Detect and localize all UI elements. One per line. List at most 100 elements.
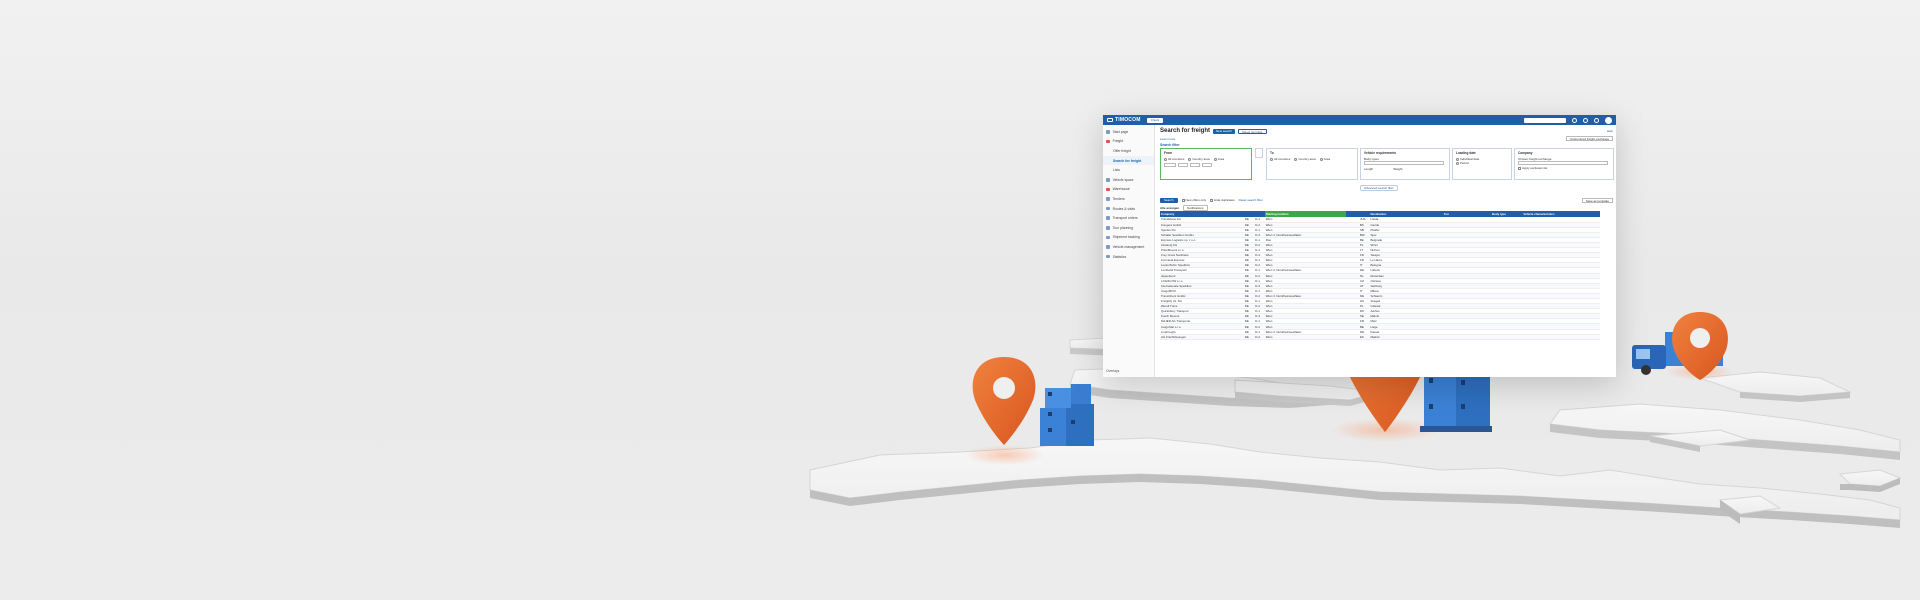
warehouse-icon — [1106, 187, 1110, 192]
sidebar-item-label: Search for freight — [1113, 158, 1142, 163]
table-cell-empty — [1478, 334, 1491, 340]
notifications-chip[interactable]: Notifications — [1183, 204, 1208, 211]
hide-duplicates-checkbox[interactable]: Hide duplicates — [1210, 198, 1235, 202]
bell-icon[interactable] — [1572, 117, 1577, 123]
length-label: Length — [1364, 167, 1374, 171]
sidebar-item-label: Warehouse — [1112, 187, 1130, 192]
table-cell-empty — [1589, 334, 1600, 340]
sidebar-item-label: Tour planning — [1112, 225, 1133, 230]
sidebar-item[interactable]: Vehicle management — [1103, 242, 1154, 252]
table-cell: ES — [1359, 334, 1370, 340]
planning-icon — [1106, 225, 1110, 230]
learn-more-link[interactable]: Learn more — [1160, 137, 1175, 141]
vehicle-icon — [1106, 245, 1110, 249]
truck-icon — [1106, 177, 1110, 182]
select-template-button[interactable]: Select template — [1237, 128, 1267, 134]
zip-input[interactable] — [1201, 163, 1212, 167]
sidebar-item[interactable]: Vehicle space — [1103, 175, 1154, 185]
search-button[interactable]: Search — [1160, 197, 1178, 203]
to-filter: To All countries Country area Area — [1266, 148, 1358, 180]
sidebar-item[interactable]: Shipment tracking — [1103, 233, 1154, 243]
sidebar-item[interactable]: Routes & visits — [1103, 204, 1154, 214]
table-cell: Madrid — [1369, 334, 1443, 340]
customized-exchange-button[interactable]: Customized freight exchange — [1566, 136, 1613, 141]
check-button[interactable]: Check — [1146, 117, 1164, 123]
swap-icon[interactable] — [1255, 148, 1263, 158]
body-types-select[interactable] — [1364, 161, 1444, 165]
sidebar-item[interactable]: Search for freight — [1103, 155, 1154, 166]
page-title: Search for freight — [1160, 128, 1211, 134]
from-title: From — [1164, 151, 1172, 155]
sidebar-item[interactable]: Tenders — [1103, 194, 1154, 204]
avatar[interactable] — [1605, 116, 1612, 124]
top-bar: TIMOCOM Check — [1103, 115, 1616, 125]
advanced-filter-link[interactable]: Advanced search filter — [1360, 185, 1398, 191]
area-radio[interactable]: Area — [1319, 157, 1330, 161]
sidebar-item-label: Vehicle management — [1112, 244, 1145, 249]
message-icon[interactable] — [1583, 117, 1588, 123]
table-cell: DE — [1243, 334, 1255, 340]
sidebar-item[interactable]: Transport orders — [1103, 213, 1154, 223]
sidebar-item[interactable]: Offer freight — [1103, 146, 1154, 156]
company-filter: Company Chosen freight exchange Apply ex… — [1514, 148, 1614, 180]
all-countries-radio[interactable]: All countries — [1164, 157, 1184, 161]
gear-icon[interactable] — [1594, 117, 1599, 123]
zip-input[interactable] — [1189, 163, 1200, 167]
title-row: Search for freight New search Select tem… — [1160, 127, 1613, 135]
sidebar-item[interactable]: Statistics — [1103, 252, 1154, 262]
sub-row: Learn more Customized freight exchange — [1160, 135, 1613, 142]
orders-icon — [1106, 216, 1110, 220]
reset-filter-link[interactable]: Reset search filter — [1239, 198, 1263, 202]
table-cell-empty — [1457, 334, 1468, 340]
tracking-icon — [1106, 235, 1110, 240]
zip-input[interactable] — [1177, 163, 1188, 167]
results-header: Alle anzeigen Notifications — [1160, 204, 1613, 211]
save-template-button[interactable]: Save as template — [1581, 197, 1613, 203]
global-search-input[interactable] — [1524, 117, 1566, 123]
new-offers-checkbox[interactable]: New offers only — [1181, 198, 1206, 202]
sidebar-item[interactable]: Freight — [1103, 137, 1154, 147]
sidebar-item[interactable]: Warehouse — [1103, 185, 1154, 195]
sidebar-item-label: Start page — [1112, 129, 1129, 134]
overlays-link[interactable]: Overlays — [1106, 369, 1119, 373]
sidebar-item-label: Vehicle space — [1112, 177, 1134, 182]
logo-icon — [1107, 118, 1113, 122]
sidebar-item[interactable]: Lists — [1103, 165, 1154, 175]
table-cell: D-2 — [1254, 334, 1265, 340]
country-select[interactable] — [1164, 163, 1176, 167]
freight-exchange-window: TIMOCOM Check Start page Freight Offer fre… — [1103, 115, 1616, 377]
country-area-radio[interactable]: Country area — [1188, 157, 1210, 161]
cargo-pallet-icon — [1420, 368, 1492, 432]
period-radio[interactable]: Period — [1456, 161, 1508, 165]
table-cell: AG Frachtlösungen — [1160, 334, 1244, 340]
vehicle-requirements-filter: Vehicle requirements Body types Length W… — [1360, 148, 1450, 180]
sidebar: Start page Freight Offer freight Search for… — [1103, 125, 1155, 377]
results-label: Alle anzeigen — [1160, 205, 1180, 210]
filter-area: From All countries Country area Area To … — [1160, 148, 1614, 196]
all-countries-radio[interactable]: All countries — [1270, 157, 1290, 161]
freight-icon — [1106, 139, 1110, 144]
from-filter: From All countries Country area Area — [1160, 148, 1252, 180]
brand-logo[interactable]: TIMOCOM — [1107, 117, 1141, 123]
new-search-button[interactable]: New search — [1213, 128, 1235, 134]
pin-glow — [965, 445, 1045, 465]
area-radio[interactable]: Area — [1213, 157, 1224, 161]
sidebar-item-label: Freight — [1112, 139, 1124, 144]
table-cell: Wien — [1264, 334, 1347, 340]
exclusion-list-checkbox[interactable]: Apply exclusion list — [1518, 166, 1610, 170]
home-icon — [1106, 130, 1110, 134]
table-row[interactable]: AG Frachtlösungen DE D-2 Wien ES Madrid — [1160, 334, 1600, 340]
country-area-radio[interactable]: Country area — [1294, 157, 1316, 161]
sidebar-item-label: Statistics — [1112, 254, 1127, 259]
sidebar-item-label: Lists — [1113, 168, 1120, 173]
table-cell-empty — [1522, 334, 1575, 340]
exchange-select[interactable] — [1518, 161, 1608, 165]
results-table: Company Starting location Destination Ton Bo… — [1160, 211, 1600, 340]
loading-date-filter: Loading date Individual date Period — [1452, 148, 1512, 180]
table-cell-empty — [1442, 334, 1458, 340]
table-cell-empty — [1490, 334, 1523, 340]
brand-name: TIMOCOM — [1115, 117, 1141, 123]
help-link[interactable]: Help — [1607, 129, 1613, 133]
sidebar-item[interactable]: Start page — [1103, 127, 1154, 137]
sidebar-item[interactable]: Tour planning — [1103, 223, 1154, 233]
